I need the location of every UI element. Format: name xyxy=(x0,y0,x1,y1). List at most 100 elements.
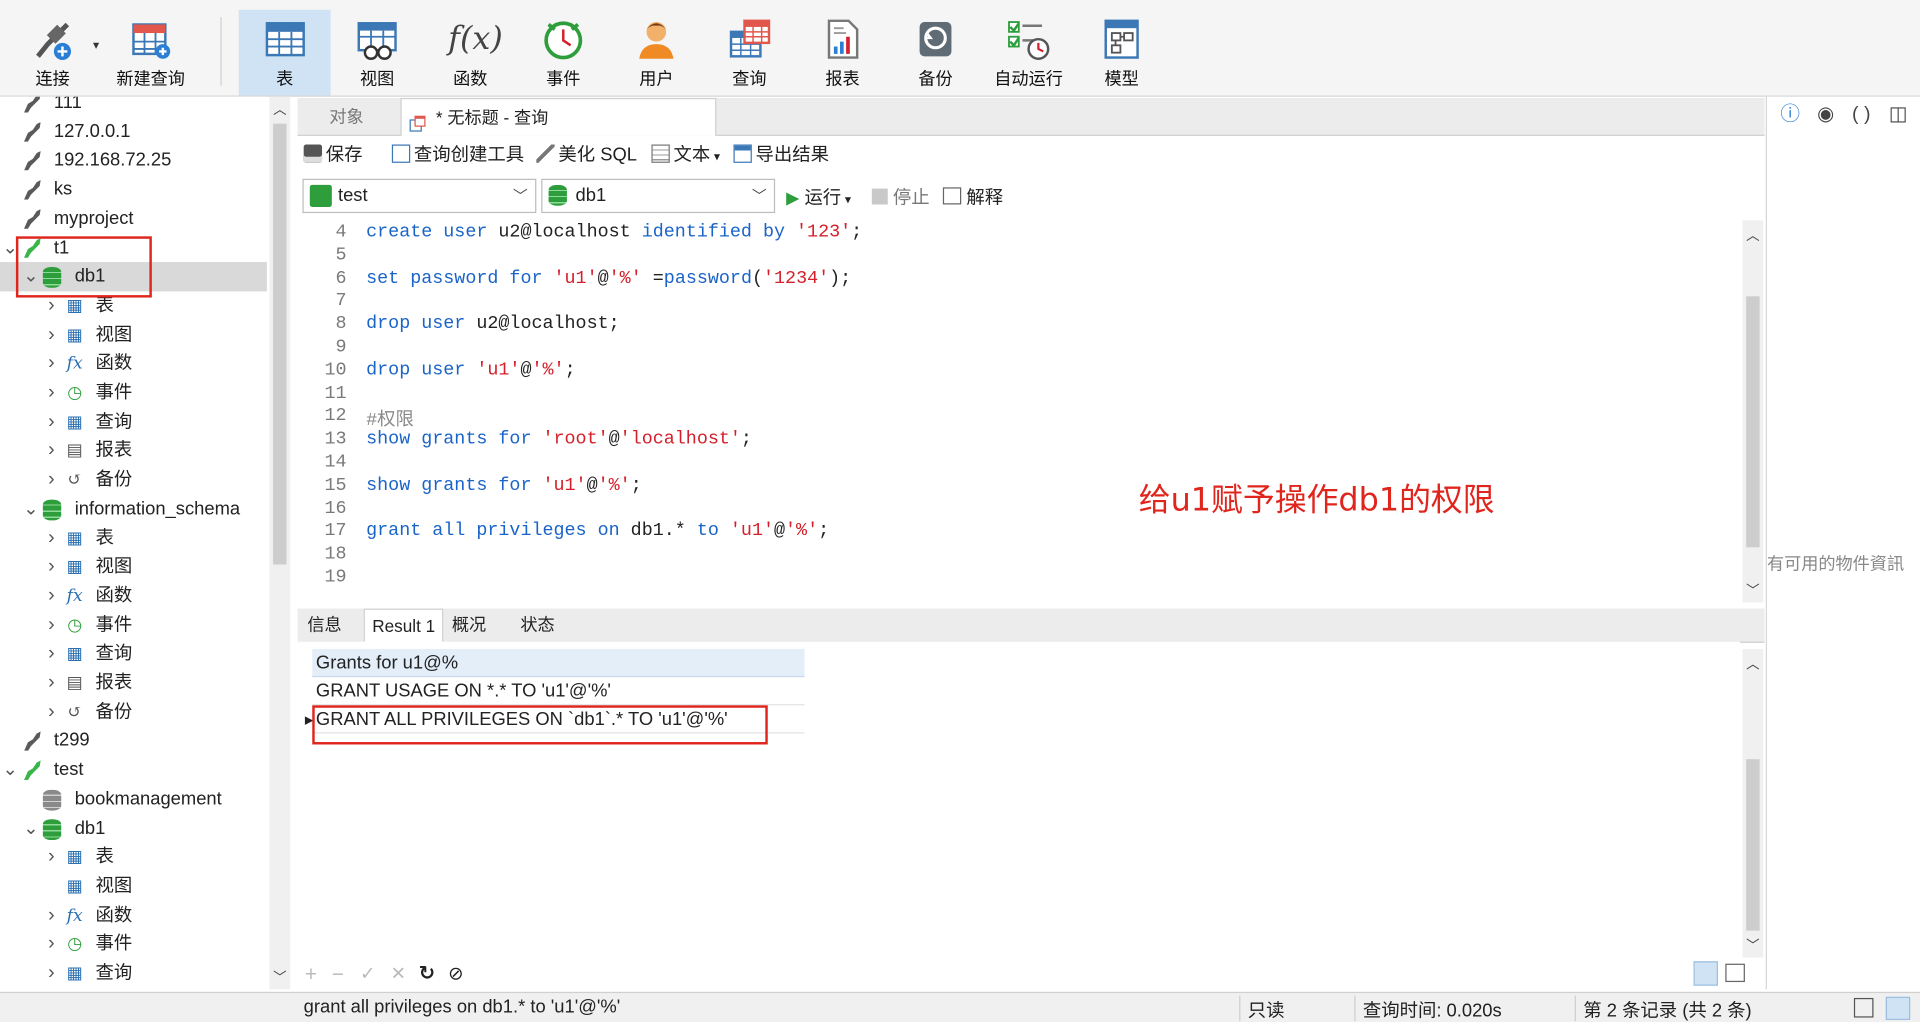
stop-button[interactable]: 停止 xyxy=(871,184,930,210)
tree-item-events[interactable]: › ◷ 事件 xyxy=(0,611,267,640)
tree-item-reports[interactable]: › ▤ 报表 xyxy=(0,436,267,465)
explain-button[interactable]: 解释 xyxy=(942,184,1003,210)
export-results-button[interactable]: 导出结果 xyxy=(733,143,829,167)
result-scrollbar-thumb[interactable] xyxy=(1746,759,1760,931)
code-line[interactable]: show grants for 'u1'@'%'; xyxy=(366,475,642,496)
database-select[interactable]: db1 ﹀ xyxy=(541,178,776,214)
run-button[interactable]: ▶ 运行 ▾ xyxy=(786,184,851,210)
chevron-right-icon[interactable]: › xyxy=(44,669,59,698)
chevron-right-icon[interactable]: › xyxy=(44,901,59,930)
query-builder-button[interactable]: 查询创建工具 xyxy=(391,143,524,167)
code-line[interactable]: drop user u2@localhost; xyxy=(366,314,620,335)
refresh-icon[interactable]: ↻ xyxy=(419,961,435,985)
table-row[interactable]: GRANT USAGE ON *.* TO 'u1'@'%' xyxy=(312,677,805,706)
result-column-header[interactable]: Grants for u1@% xyxy=(312,648,805,678)
form-view-icon[interactable] xyxy=(1725,963,1745,983)
tree-scrollbar[interactable]: ︿ ﹀ xyxy=(269,96,291,990)
tree-item-connection[interactable]: 192.168.72.25 xyxy=(0,146,267,175)
tree-item-database[interactable]: bookmanagement xyxy=(0,785,267,814)
toolbar-new-query-button[interactable]: 新建查询 xyxy=(110,10,191,96)
toolbar-model-button[interactable]: 模型 xyxy=(1078,10,1166,96)
tree-item-database[interactable]: ⌄ information_schema xyxy=(0,494,267,523)
grid-view-icon[interactable] xyxy=(1693,961,1718,986)
toolbar-schedule-button[interactable]: 自动运行 xyxy=(982,10,1075,96)
sql-editor[interactable]: 4 create user u2@localhost identified by … xyxy=(297,220,1741,603)
chevron-right-icon[interactable]: › xyxy=(44,523,59,552)
tree-item-queries[interactable]: › ▦ 查询 xyxy=(0,959,267,988)
tree-item-database[interactable]: ⌄ db1 xyxy=(0,814,267,843)
tree-item-functions[interactable]: › fx 函数 xyxy=(0,349,267,378)
toolbar-user-button[interactable]: 用户 xyxy=(612,10,700,96)
tree-scrollbar-thumb[interactable] xyxy=(273,123,287,565)
scroll-up-icon[interactable]: ︿ xyxy=(269,99,290,119)
delete-row-icon[interactable]: − xyxy=(332,962,344,986)
text-dropdown-icon[interactable]: ▾ xyxy=(714,151,720,164)
result-tab[interactable]: 状态 xyxy=(513,609,562,642)
chevron-right-icon[interactable]: › xyxy=(44,378,59,407)
tree-item-views[interactable]: › ▦ 视图 xyxy=(0,320,267,349)
result-tab[interactable]: Result 1 xyxy=(363,608,444,643)
toolbar-event-button[interactable]: 事件 xyxy=(519,10,607,96)
scroll-up-icon[interactable]: ︿ xyxy=(1742,654,1763,674)
tab-query[interactable]: * 无标题 - 查询 xyxy=(400,97,717,136)
toolbar-function-button[interactable]: f(x) 函数 xyxy=(426,10,514,96)
scroll-down-icon[interactable]: ﹀ xyxy=(269,967,290,987)
chevron-right-icon[interactable]: › xyxy=(44,611,59,640)
chevron-down-icon[interactable]: ⌄ xyxy=(23,494,38,523)
tree-item-connection[interactable]: t299 xyxy=(0,727,267,756)
toggle-left-panel-icon[interactable] xyxy=(1853,997,1874,1018)
chevron-right-icon[interactable]: › xyxy=(44,640,59,669)
toolbar-table-button[interactable]: 表 xyxy=(238,9,331,96)
tree-item-connection[interactable]: myproject xyxy=(0,204,267,233)
scroll-down-icon[interactable]: ﹀ xyxy=(1742,580,1763,600)
code-line[interactable]: grant all privileges on db1.* to 'u1'@'%… xyxy=(366,521,829,542)
scroll-down-icon[interactable]: ﹀ xyxy=(1742,936,1763,956)
tree-item-events[interactable]: › ◷ 事件 xyxy=(0,378,267,407)
tab-objects[interactable]: 对象 xyxy=(317,98,376,135)
tree-item-queries[interactable]: › ▦ 查询 xyxy=(0,640,267,669)
tree-item-queries[interactable]: › ▦ 查询 xyxy=(0,407,267,436)
add-row-icon[interactable]: + xyxy=(305,962,317,986)
chevron-right-icon[interactable]: › xyxy=(44,698,59,727)
tree-item-connection[interactable]: ⌄ test xyxy=(0,756,267,785)
editor-scrollbar-thumb[interactable] xyxy=(1746,296,1760,548)
code-line[interactable]: show grants for 'root'@'localhost'; xyxy=(366,429,752,450)
discard-icon[interactable]: ✕ xyxy=(391,962,406,985)
chevron-right-icon[interactable]: › xyxy=(44,407,59,436)
eye-icon[interactable]: ◉ xyxy=(1815,104,1837,126)
tree-item-views[interactable]: › ▦ 视图 xyxy=(0,552,267,581)
code-line[interactable]: drop user 'u1'@'%'; xyxy=(366,360,575,381)
tree-item-backups[interactable]: › ↺ 备份 xyxy=(0,698,267,727)
chevron-right-icon[interactable]: › xyxy=(44,349,59,378)
connection-select[interactable]: test ﹀ xyxy=(302,178,537,214)
toolbar-view-button[interactable]: 视图 xyxy=(333,10,421,96)
chevron-right-icon[interactable]: › xyxy=(44,552,59,581)
result-scrollbar[interactable]: ︿ ﹀ xyxy=(1742,648,1764,958)
chevron-right-icon[interactable]: › xyxy=(44,436,59,465)
parentheses-icon[interactable]: ( ) xyxy=(1850,104,1872,126)
toolbar-backup-button[interactable]: 备份 xyxy=(891,10,979,96)
code-line[interactable]: #权限 xyxy=(366,406,414,432)
tree-item-tables[interactable]: › ▦ 表 xyxy=(0,523,267,552)
chevron-right-icon[interactable]: › xyxy=(44,320,59,349)
code-line[interactable]: set password for 'u1'@'%' =password('123… xyxy=(366,268,851,289)
toggle-right-panel-icon[interactable] xyxy=(1885,996,1911,1021)
tree-item-connection[interactable]: 127.0.0.1 xyxy=(0,117,267,146)
chevron-down-icon[interactable]: ⌄ xyxy=(23,814,38,843)
tree-item-events[interactable]: › ◷ 事件 xyxy=(0,930,267,959)
tree-item-tables[interactable]: › ▦ 表 xyxy=(0,843,267,872)
toolbar-report-button[interactable]: 报表 xyxy=(798,10,886,96)
tree-item-functions[interactable]: › fx 函数 xyxy=(0,901,267,930)
apply-icon[interactable]: ✓ xyxy=(360,962,375,985)
toolbar-connect-button[interactable]: 连接 xyxy=(15,10,91,96)
text-button[interactable]: 文本 ▾ xyxy=(651,143,720,170)
tree-item-functions[interactable]: › fx 函数 xyxy=(0,582,267,611)
run-dropdown-icon[interactable]: ▾ xyxy=(845,193,851,206)
editor-scrollbar[interactable]: ︿ ﹀ xyxy=(1742,220,1764,603)
tree-item-connection[interactable]: ks xyxy=(0,175,267,204)
tree-item-views[interactable]: ▦ 视图 xyxy=(0,872,267,901)
connect-dropdown-icon[interactable]: ▾ xyxy=(93,39,99,52)
chevron-right-icon[interactable]: › xyxy=(44,465,59,494)
scroll-up-icon[interactable]: ︿ xyxy=(1742,225,1763,245)
chevron-right-icon[interactable]: › xyxy=(44,930,59,959)
